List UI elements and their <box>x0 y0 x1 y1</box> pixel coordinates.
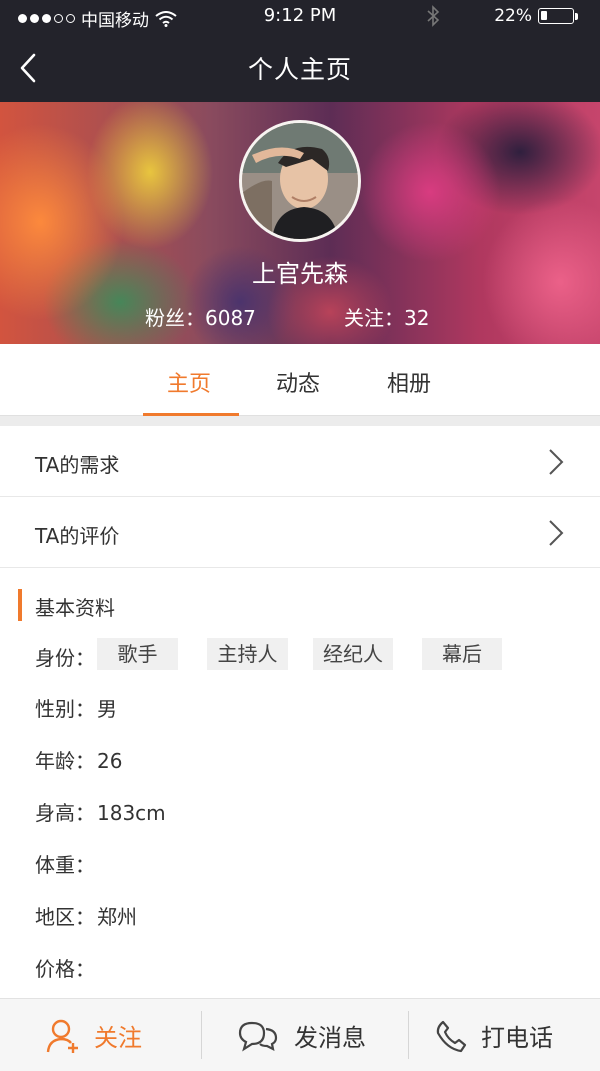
bluetooth-icon <box>427 5 440 27</box>
age-label: 年龄： <box>35 749 95 773</box>
battery-percent: 22% <box>494 6 532 26</box>
message-label: 发消息 <box>294 1024 366 1052</box>
divider <box>408 1011 409 1059</box>
user-name: 上官先森 <box>252 260 348 288</box>
divider <box>0 416 600 426</box>
bottom-action-bar: 关注 发消息 打电话 <box>0 998 600 1071</box>
tab-home[interactable]: 主页 <box>167 366 211 398</box>
status-bar: 中国移动 9:12 PM 22% <box>0 0 600 34</box>
identity-tag: 歌手 <box>97 638 178 670</box>
price-row: 价格： <box>35 953 97 982</box>
price-label: 价格： <box>35 957 95 981</box>
tab-moments[interactable]: 动态 <box>276 366 320 398</box>
profile-header: 上官先森 粉丝：6087 关注：32 <box>0 102 600 344</box>
identity-tag: 经纪人 <box>313 638 393 670</box>
weight-label: 体重： <box>35 853 95 877</box>
region-row: 地区： 郑州 <box>35 901 137 930</box>
avatar-photo <box>242 123 358 239</box>
region-value: 郑州 <box>97 905 137 929</box>
section-title: 基本资料 <box>35 596 115 620</box>
page-title: 个人主页 <box>247 55 352 84</box>
section-accent-bar <box>18 589 22 621</box>
identity-tag: 主持人 <box>207 638 288 670</box>
age-value: 26 <box>97 749 123 773</box>
phone-icon <box>436 1020 467 1052</box>
battery-indicator: 22% <box>494 6 578 26</box>
battery-icon <box>538 8 574 24</box>
add-user-icon <box>46 1019 78 1053</box>
row-needs-label: TA的需求 <box>35 453 120 477</box>
height-value: 183cm <box>97 801 166 825</box>
chevron-right-icon <box>549 449 564 475</box>
region-label: 地区： <box>35 905 95 929</box>
age-row: 年龄： 26 <box>35 745 122 774</box>
follow-button[interactable]: 关注 <box>46 999 142 1071</box>
chat-icon <box>238 1021 278 1051</box>
chevron-right-icon <box>549 520 564 546</box>
height-row: 身高： 183cm <box>35 797 166 826</box>
height-label: 身高： <box>35 801 95 825</box>
identity-tag: 幕后 <box>422 638 502 670</box>
identity-label: 身份： <box>35 646 95 670</box>
top-bar: 中国移动 9:12 PM 22% 个人主页 <box>0 0 600 102</box>
weight-row: 体重： <box>35 849 97 878</box>
gender-label: 性别： <box>35 697 95 721</box>
identity-row: 身份： <box>35 642 95 671</box>
fans-count[interactable]: 粉丝：6087 <box>145 302 256 331</box>
row-needs[interactable]: TA的需求 <box>0 426 600 497</box>
divider <box>201 1011 202 1059</box>
profile-tabs: 主页 动态 相册 <box>0 344 600 416</box>
gender-value: 男 <box>97 697 117 721</box>
gender-row: 性别：男 <box>35 693 117 722</box>
tab-album[interactable]: 相册 <box>387 366 431 398</box>
call-button[interactable]: 打电话 <box>435 999 553 1071</box>
message-button[interactable]: 发消息 <box>236 999 366 1071</box>
avatar[interactable] <box>239 120 361 242</box>
following-count[interactable]: 关注：32 <box>344 302 429 331</box>
call-label: 打电话 <box>481 1024 553 1052</box>
row-reviews[interactable]: TA的评价 <box>0 497 600 568</box>
row-reviews-label: TA的评价 <box>35 524 120 548</box>
follow-label: 关注 <box>94 1024 142 1052</box>
